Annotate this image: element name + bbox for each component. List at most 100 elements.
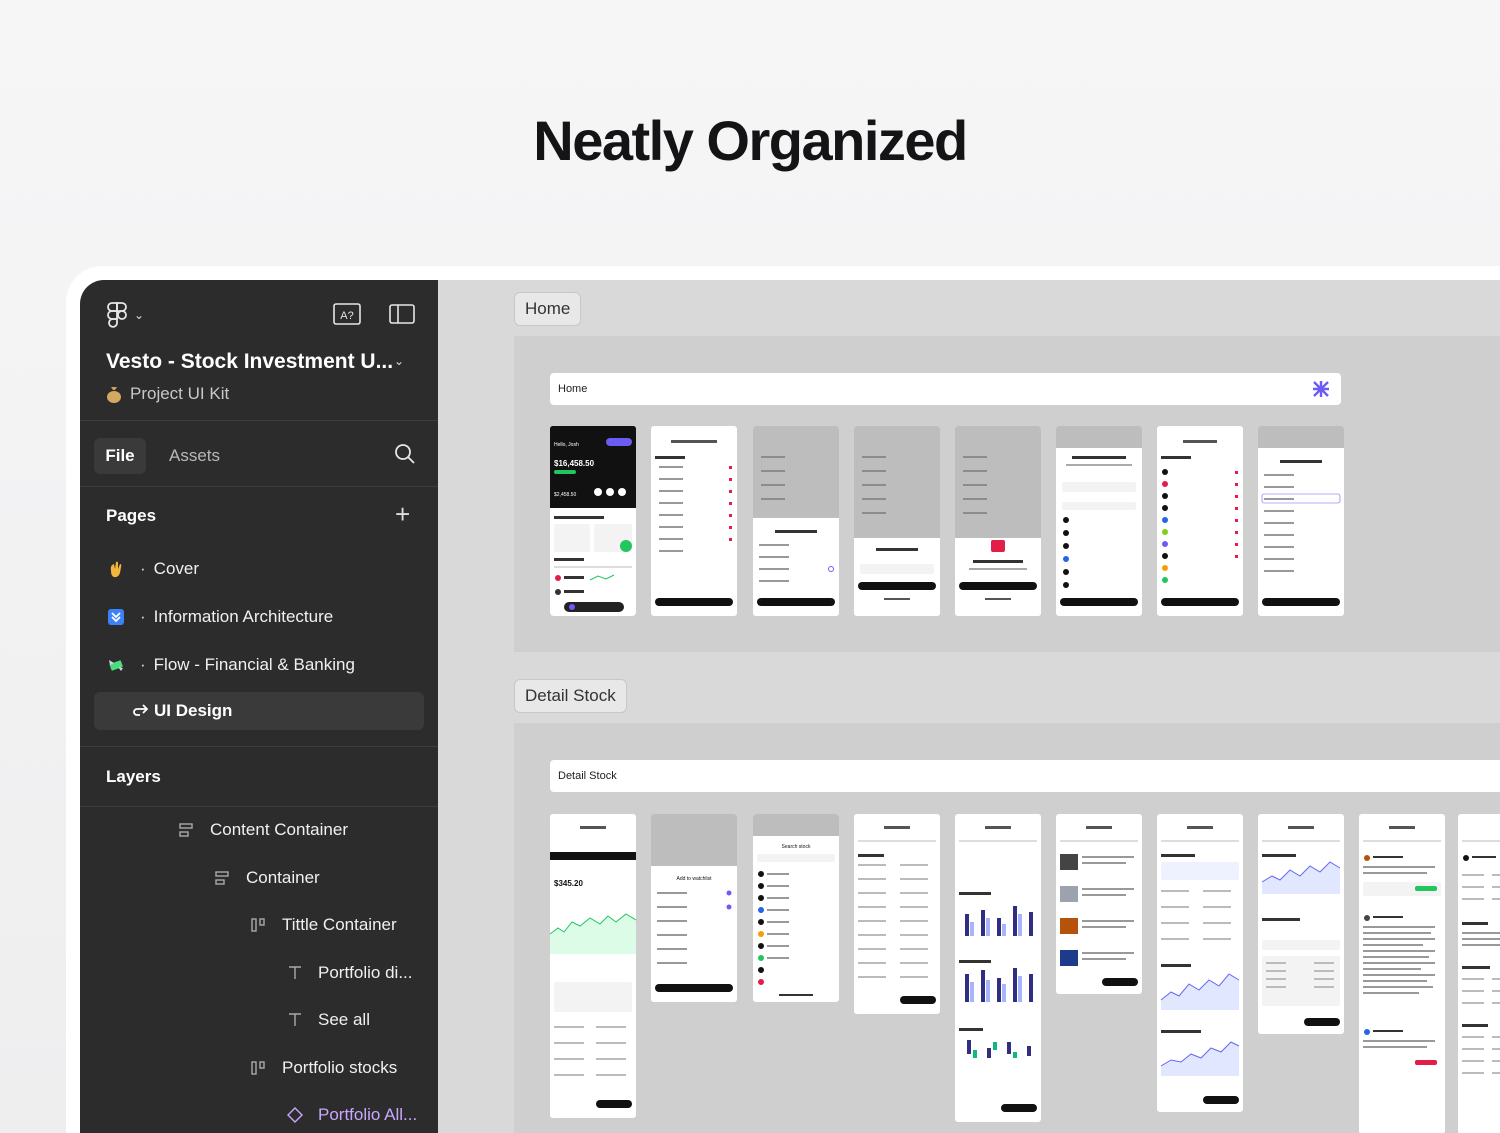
sort-sheet-art bbox=[753, 426, 839, 616]
screen-sort-watchlist[interactable] bbox=[753, 426, 839, 616]
redirect-arrow-icon bbox=[133, 704, 149, 716]
text-layer-icon bbox=[289, 966, 301, 979]
page-item-label: Information Architecture bbox=[153, 607, 334, 626]
frame-header-home: Home bbox=[550, 373, 1341, 405]
layer-label: Portfolio All... bbox=[318, 1105, 418, 1124]
layers-heading: Layers bbox=[106, 767, 161, 786]
historical-art bbox=[1261, 826, 1341, 1026]
detail-price: $345.20 bbox=[554, 879, 583, 888]
text-layer-icon bbox=[289, 1013, 301, 1026]
pages-heading: Pages bbox=[106, 506, 157, 525]
screen-dividends[interactable] bbox=[1157, 814, 1243, 1112]
project-subtitle-label: Project UI Kit bbox=[130, 384, 230, 403]
news-art bbox=[1060, 826, 1138, 986]
project-subtitle: Project UI Kit bbox=[106, 384, 229, 404]
vertical-stack-icon bbox=[215, 871, 229, 885]
horizontal-stack-icon bbox=[251, 1061, 265, 1075]
screen-home-dashboard[interactable]: Hello, Josh $16,458.50 $2,458.50 bbox=[550, 426, 636, 616]
chevron-down-icon[interactable]: ⌄ bbox=[394, 354, 404, 368]
layer-row[interactable]: See all bbox=[286, 1007, 370, 1033]
screen-add-to-watchlist[interactable]: Add to watchlist bbox=[651, 814, 737, 1002]
create-watchlist-art bbox=[1056, 426, 1142, 606]
layer-label: Content Container bbox=[210, 820, 348, 839]
penny-stocks-art bbox=[1161, 440, 1239, 606]
divider bbox=[80, 420, 438, 421]
screen-search-stock[interactable]: Search stock bbox=[753, 814, 839, 1002]
layer-label: Portfolio di... bbox=[318, 963, 413, 982]
page-item-label: UI Design bbox=[154, 701, 233, 720]
sidebar-toolbar: ⌄ A? bbox=[106, 302, 416, 328]
page-item-label: Flow - Financial & Banking bbox=[153, 655, 355, 674]
bullet-dot: · bbox=[140, 655, 146, 674]
screen-penny-stocks[interactable] bbox=[1157, 426, 1243, 616]
page-item-cover[interactable]: · Cover bbox=[106, 555, 199, 583]
download-box-icon bbox=[108, 609, 124, 625]
page-item-label: Cover bbox=[153, 559, 200, 578]
page-item-flow[interactable]: · Flow - Financial & Banking bbox=[106, 651, 355, 679]
divider bbox=[80, 486, 438, 487]
frame-header-label: Home bbox=[558, 383, 588, 395]
layer-label: Portfolio stocks bbox=[282, 1058, 398, 1077]
home-greeting: Hello, Josh bbox=[554, 442, 579, 448]
home-dashboard-art: Hello, Josh $16,458.50 $2,458.50 bbox=[550, 426, 636, 616]
financials-art bbox=[959, 826, 1037, 1112]
figma-window: ⌄ A? Vesto - Stock Investment U... ⌄ Pro… bbox=[80, 280, 1500, 1133]
home-sub-balance: $2,458.50 bbox=[554, 492, 576, 498]
design-canvas[interactable]: Home Home Hello, Josh $16,458.50 $2,458.… bbox=[438, 280, 1500, 1133]
section-tag-home[interactable]: Home bbox=[514, 292, 582, 326]
detail-overview-art: $345.20 bbox=[550, 826, 636, 1108]
page-item-information-architecture[interactable]: · Information Architecture bbox=[106, 603, 333, 631]
divider bbox=[80, 806, 438, 807]
screen-manage-watchlist[interactable] bbox=[651, 426, 737, 616]
figma-logo-icon[interactable] bbox=[106, 302, 128, 328]
component-instance-icon bbox=[287, 1107, 303, 1123]
screen-historical[interactable] bbox=[1258, 814, 1344, 1034]
project-title[interactable]: Vesto - Stock Investment U... bbox=[106, 350, 393, 374]
vertical-stack-icon bbox=[179, 823, 193, 837]
bullet-dot: · bbox=[140, 607, 146, 626]
horizontal-stack-icon bbox=[251, 918, 265, 932]
screen-sort-stocks[interactable] bbox=[1258, 426, 1344, 616]
layer-row-component[interactable]: Portfolio All... bbox=[286, 1102, 417, 1128]
screen-edit-watchlist[interactable] bbox=[854, 426, 940, 616]
section-tag-detail-stock[interactable]: Detail Stock bbox=[514, 679, 627, 713]
layer-row[interactable]: Portfolio di... bbox=[286, 960, 413, 986]
screen-community[interactable] bbox=[1359, 814, 1445, 1133]
delete-sheet-art bbox=[955, 426, 1041, 616]
layer-label: Tittle Container bbox=[282, 915, 397, 934]
dividends-art bbox=[1160, 826, 1240, 1104]
screen-delete-watchlist[interactable] bbox=[955, 426, 1041, 616]
waving-hand-icon bbox=[110, 561, 122, 578]
tab-assets[interactable]: Assets bbox=[169, 446, 220, 466]
edit-sheet-art bbox=[854, 426, 940, 616]
page-headline: Neatly Organized bbox=[533, 109, 968, 172]
screen-key-statistics[interactable] bbox=[854, 814, 940, 1014]
chevron-down-icon[interactable]: ⌄ bbox=[134, 308, 144, 322]
money-wings-icon bbox=[109, 660, 123, 671]
layer-row[interactable]: Content Container bbox=[178, 817, 348, 843]
ai-assist-icon[interactable]: A? bbox=[333, 302, 361, 326]
sort-stocks-art bbox=[1258, 426, 1344, 606]
screen-create-watchlist[interactable] bbox=[1056, 426, 1142, 616]
layer-row[interactable]: Tittle Container bbox=[250, 912, 397, 938]
add-page-icon[interactable]: + bbox=[395, 501, 410, 527]
layer-label: Container bbox=[246, 868, 320, 887]
layer-row[interactable]: Portfolio stocks bbox=[250, 1055, 397, 1081]
screen-detail-overview[interactable]: $345.20 bbox=[550, 814, 636, 1118]
layer-row[interactable]: Container bbox=[214, 865, 320, 891]
svg-text:A?: A? bbox=[340, 310, 353, 322]
money-bag-icon bbox=[107, 387, 121, 403]
brand-logo-icon bbox=[1313, 381, 1329, 397]
bullet-dot: · bbox=[140, 559, 146, 578]
page-item-ui-design[interactable]: UI Design bbox=[94, 692, 424, 730]
screen-news[interactable] bbox=[1056, 814, 1142, 994]
search-icon[interactable] bbox=[394, 443, 416, 465]
tab-file[interactable]: File bbox=[94, 438, 146, 474]
screen-company-profile[interactable] bbox=[1458, 814, 1500, 1133]
company-profile-art bbox=[1462, 840, 1500, 1074]
community-art bbox=[1363, 826, 1441, 1065]
key-statistics-art bbox=[858, 826, 936, 1004]
screen-financials[interactable] bbox=[955, 814, 1041, 1122]
add-to-watchlist-art: Add to watchlist bbox=[651, 814, 737, 1002]
panel-toggle-icon[interactable] bbox=[388, 302, 416, 326]
